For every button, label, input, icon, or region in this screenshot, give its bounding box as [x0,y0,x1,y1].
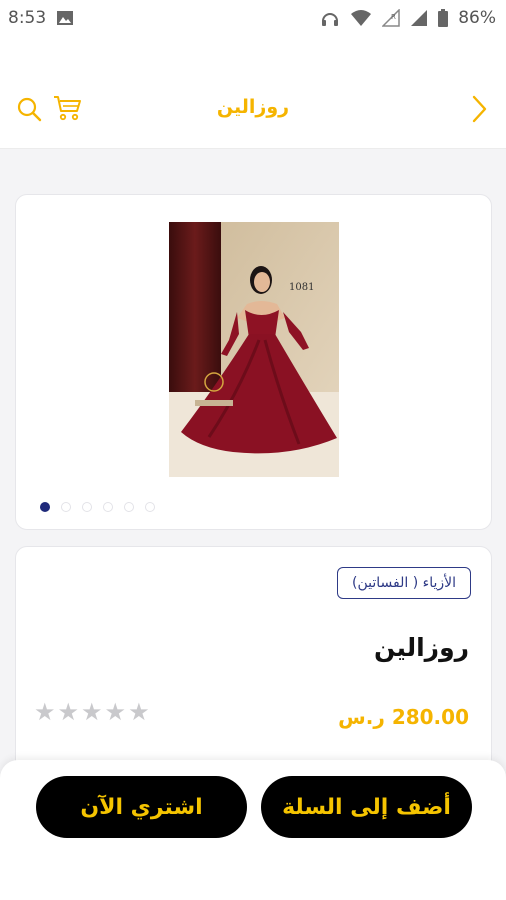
gallery-dot-3[interactable] [82,502,92,512]
status-time: 8:53 [8,8,47,28]
category-badge[interactable]: الأزياء ( الفساتين) [337,567,471,599]
product-image[interactable]: 1081 [169,222,339,477]
buy-now-button[interactable]: اشتري الآن [36,776,247,838]
product-price: 280.00 ر.س [338,705,469,729]
status-bar: 8:53 R 86% [0,0,506,36]
rating-stars: ★ ★ ★ ★ ★ [34,700,150,724]
photo-label: 1081 [289,282,314,293]
add-to-cart-button[interactable]: أضف إلى السلة [261,776,472,838]
signal-r-icon: R [382,9,400,27]
product-name: روزالين [374,633,469,662]
star-icon: ★ [57,698,80,726]
gallery-dot-2[interactable] [61,502,71,512]
action-bar: اشتري الآن أضف إلى السلة [0,760,506,900]
gallery-dot-4[interactable] [103,502,113,512]
chevron-right-icon[interactable] [470,94,488,124]
star-icon: ★ [34,698,56,726]
headphones-icon [320,9,340,27]
app-bar: روزالين [0,36,506,149]
page-title: روزالين [216,96,290,118]
signal-icon [410,9,428,27]
star-icon: ★ [128,698,150,726]
product-gallery: 1081 [15,194,492,530]
battery-level: 86% [458,8,496,28]
star-icon: ★ [104,698,127,726]
gallery-indicator [40,502,155,512]
star-icon: ★ [81,698,103,726]
gallery-dot-1[interactable] [40,502,50,512]
wifi-icon [350,9,372,27]
svg-text:R: R [391,13,396,21]
gallery-dot-5[interactable] [124,502,134,512]
battery-icon [438,9,449,27]
product-info: الأزياء ( الفساتين) روزالين ★ ★ ★ ★ ★ 28… [15,546,492,786]
gallery-dot-6[interactable] [145,502,155,512]
image-icon [56,10,74,26]
